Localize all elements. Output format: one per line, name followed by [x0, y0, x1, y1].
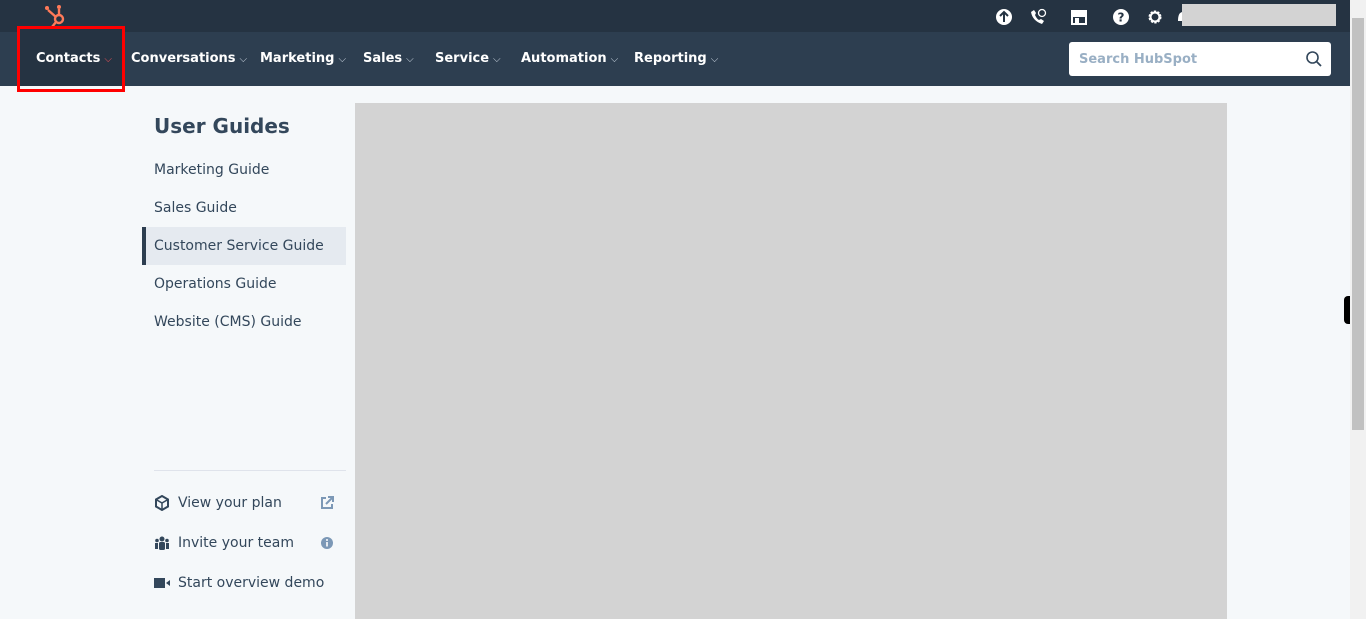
svg-text:?: ? — [1118, 11, 1125, 25]
nav-sales[interactable]: Sales ⌵ — [363, 32, 414, 86]
chevron-down-icon: ⌵ — [710, 54, 719, 65]
external-link-icon[interactable] — [320, 496, 334, 510]
guide-website-cms[interactable]: Website (CMS) Guide — [142, 303, 346, 341]
chevron-down-icon: ⌵ — [338, 54, 347, 65]
highlight-box — [17, 26, 125, 92]
settings-icon[interactable] — [1146, 8, 1164, 26]
nav-service[interactable]: Service ⌵ — [435, 32, 501, 86]
cube-icon — [155, 495, 169, 511]
view-plan-link[interactable]: View your plan — [154, 491, 334, 515]
info-icon[interactable] — [320, 536, 334, 550]
hubspot-logo-icon[interactable] — [44, 2, 70, 28]
nav-reporting[interactable]: Reporting ⌵ — [634, 32, 718, 86]
video-camera-icon — [154, 578, 170, 588]
chevron-down-icon: ⌵ — [239, 54, 248, 65]
search-input[interactable] — [1069, 42, 1289, 76]
nav-automation[interactable]: Automation ⌵ — [521, 32, 618, 86]
marketplace-icon[interactable] — [1070, 8, 1088, 26]
nav-conversations[interactable]: Conversations ⌵ — [131, 32, 247, 86]
chevron-down-icon: ⌵ — [610, 54, 619, 65]
video-placeholder[interactable] — [355, 103, 1227, 619]
chevron-down-icon: ⌵ — [493, 54, 501, 65]
search-box — [1069, 42, 1331, 76]
guide-customer-service[interactable]: Customer Service Guide — [142, 227, 346, 265]
divider — [154, 470, 346, 471]
search-icon[interactable] — [1305, 50, 1323, 68]
upgrade-icon[interactable] — [995, 8, 1013, 26]
top-bar: ? — [0, 0, 1350, 32]
calling-icon[interactable] — [1029, 8, 1047, 26]
account-menu[interactable] — [1182, 4, 1336, 26]
guide-operations[interactable]: Operations Guide — [142, 265, 346, 303]
chevron-down-icon: ⌵ — [406, 54, 414, 65]
guide-sales[interactable]: Sales Guide — [142, 189, 346, 227]
invite-team-link[interactable]: Invite your team — [154, 531, 334, 555]
team-icon — [155, 536, 169, 550]
start-demo-link[interactable]: Start overview demo — [154, 571, 334, 595]
guide-marketing[interactable]: Marketing Guide — [142, 151, 346, 189]
help-icon[interactable]: ? — [1112, 8, 1130, 26]
scrollbar-thumb[interactable] — [1352, 18, 1364, 430]
nav-marketing[interactable]: Marketing ⌵ — [260, 32, 346, 86]
page-title: User Guides — [154, 114, 290, 138]
